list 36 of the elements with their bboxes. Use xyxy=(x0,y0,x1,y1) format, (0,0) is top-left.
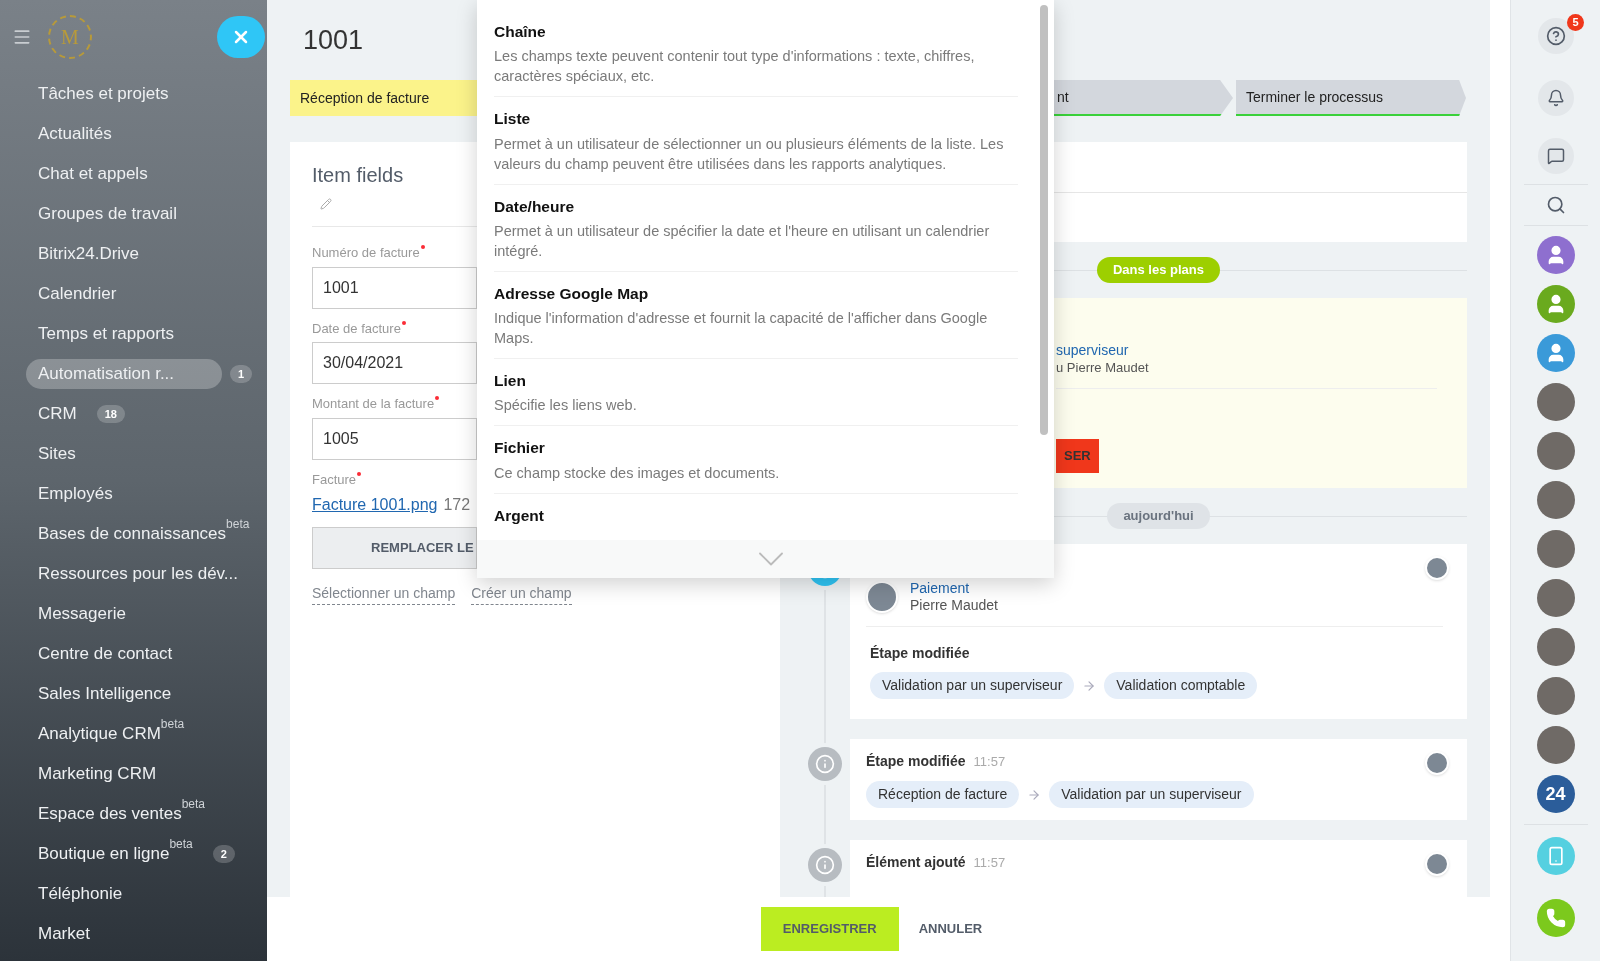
file-size: 172 xyxy=(443,495,471,515)
person-name: u Pierre Maudet xyxy=(1056,359,1150,376)
field-label: Numéro de facture xyxy=(312,243,425,263)
option-title: Liste xyxy=(494,109,532,130)
field-label: Montant de la facture xyxy=(312,394,440,414)
notification-badge: 5 xyxy=(1567,14,1584,31)
person-name: Pierre Maudet xyxy=(910,597,998,614)
date-label: aujourd'hui xyxy=(1107,503,1210,529)
field-label: Facture xyxy=(312,469,362,489)
option-title: Lien xyxy=(494,371,527,391)
option-description: Les champs texte peuvent contenir tout type d'informations : texte, chiffres, caractères spéciaux, etc. xyxy=(494,47,976,87)
option-title: Date/heure xyxy=(494,196,576,217)
option-description: Permet à un utilisateur de spécifier la date et l'heure en utilisant un calendrier intégré. xyxy=(494,221,991,261)
plans-label: Dans les plans xyxy=(1096,257,1220,283)
event-time: 11:57 xyxy=(973,854,1006,872)
stage-chip: Validation comptable xyxy=(1104,672,1258,699)
field-label: Date de facture xyxy=(312,318,406,338)
record-title: 1001 xyxy=(303,23,364,57)
event-title: Élément ajouté xyxy=(866,853,966,872)
option-description: Permet à un utilisateur de sélectionner un ou plusieurs éléments de la liste. Les valeurs du champ peuvent être utilisées dans les rapports analytiques. xyxy=(494,134,1005,174)
card-title: Item fields xyxy=(312,163,404,188)
stage-chip: Validation par un superviseur xyxy=(870,672,1075,699)
counter-badge: 2 xyxy=(212,845,235,863)
option-description: Indique l'information d'adresse et fournit la capacité de l'afficher dans Google Maps. xyxy=(494,309,989,348)
option-description: Ce champ stocke des images et documents. xyxy=(494,463,781,483)
stage-chip: Réception de facture xyxy=(866,781,1020,808)
option-title: Adresse Google Map xyxy=(494,283,650,304)
stage-chip: Validation par un superviseur xyxy=(1049,781,1254,808)
event-time: 11:57 xyxy=(973,753,1006,771)
option-title: Chaîne xyxy=(494,22,547,42)
event-title: Étape modifiée xyxy=(866,752,966,771)
option-description: Spécifie les liens web. xyxy=(494,396,638,416)
counter-badge: 1 xyxy=(230,365,253,383)
event-title: Étape modifiée xyxy=(870,644,971,663)
counter-badge: 18 xyxy=(96,405,125,423)
option-title: Fichier xyxy=(494,438,546,459)
